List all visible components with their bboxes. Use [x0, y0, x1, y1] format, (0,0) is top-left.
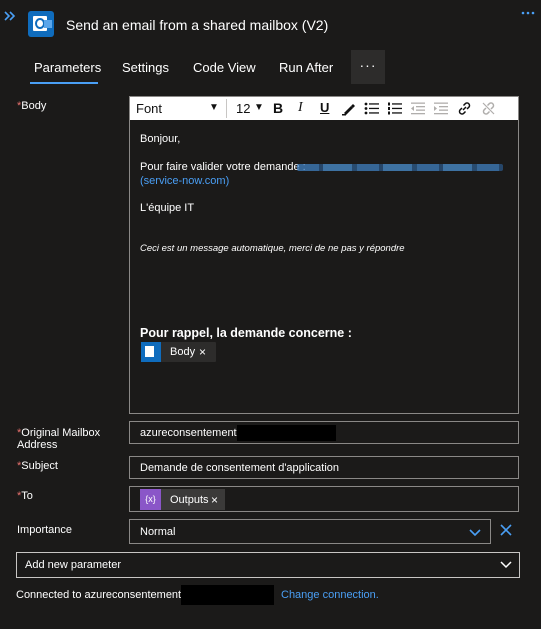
importance-value: Normal [140, 526, 176, 538]
tab-more-button[interactable]: ··· [351, 50, 385, 84]
body-link[interactable]: (service-now.com) [140, 175, 229, 187]
numbered-list-icon[interactable] [387, 101, 403, 116]
body-greeting: Bonjour, [140, 133, 181, 145]
mailbox-value: azureconsentement@ [140, 427, 248, 439]
importance-select[interactable] [129, 519, 491, 544]
highlight-pen-icon[interactable] [341, 101, 356, 116]
underline-button[interactable]: U [320, 100, 329, 115]
decrease-indent-icon[interactable] [410, 101, 426, 116]
tab-parameters[interactable]: Parameters [34, 60, 101, 75]
action-title[interactable]: Send an email from a shared mailbox (V2) [66, 17, 328, 33]
font-size-select[interactable]: 12 [236, 101, 250, 116]
outlook-icon-envelope [44, 20, 52, 28]
font-family-select[interactable]: Font [136, 101, 162, 116]
more-options-icon[interactable] [521, 10, 535, 16]
increase-indent-icon[interactable] [433, 101, 449, 116]
body-label-text: Body [21, 100, 47, 112]
remove-token-icon[interactable]: × [211, 493, 218, 507]
subject-value: Demande de consentement d'application [140, 462, 340, 474]
importance-label: Importance [17, 524, 73, 536]
mailbox-label: *Original Mailbox Address [17, 427, 122, 451]
active-tab-indicator [30, 82, 98, 84]
chevron-down-icon[interactable] [468, 525, 482, 539]
body-editor[interactable] [129, 96, 519, 414]
tab-settings[interactable]: Settings [122, 60, 169, 75]
toolbar-divider [226, 99, 227, 118]
outlook-token-icon-page [145, 346, 154, 357]
tab-code-view[interactable]: Code View [193, 60, 256, 75]
redacted-mailbox [237, 425, 336, 441]
redacted-connection [181, 585, 274, 605]
unlink-icon[interactable] [481, 101, 496, 116]
bold-button[interactable]: B [273, 100, 283, 116]
add-parameter-label: Add new parameter [25, 559, 121, 571]
to-label-text: To [21, 490, 33, 502]
font-caret-icon[interactable]: ▼ [209, 102, 219, 113]
to-label: *To [17, 490, 33, 502]
mailbox-label-text: Original Mailbox Address [17, 427, 101, 451]
body-request-line: Pour faire valider votre demande : [140, 161, 306, 173]
body-reminder: Pour rappel, la demande concerne : [140, 326, 352, 340]
body-signature: L'équipe IT [140, 202, 195, 214]
expand-chevron-icon[interactable] [3, 9, 17, 23]
subject-label-text: Subject [21, 460, 58, 472]
remove-token-icon[interactable]: × [199, 345, 206, 359]
expression-icon: {x} [140, 489, 161, 510]
to-token-label: Outputs [170, 494, 209, 506]
subject-label: *Subject [17, 460, 58, 472]
bullet-list-icon[interactable] [364, 101, 380, 116]
link-icon[interactable] [457, 101, 472, 116]
body-auto-note: Ceci est un message automatique, merci d… [140, 243, 405, 254]
size-caret-icon[interactable]: ▼ [254, 102, 264, 113]
body-token-label: Body [170, 346, 196, 358]
clear-importance-icon[interactable] [499, 518, 513, 537]
connection-status: Connected to azureconsentement@ [16, 589, 193, 601]
change-connection-link[interactable]: Change connection. [281, 589, 379, 601]
redacted-link[interactable] [297, 164, 503, 171]
tab-run-after[interactable]: Run After [279, 60, 333, 75]
body-label: *Body [17, 100, 46, 112]
chevron-down-icon[interactable] [500, 558, 512, 570]
italic-button[interactable]: I [298, 100, 303, 116]
